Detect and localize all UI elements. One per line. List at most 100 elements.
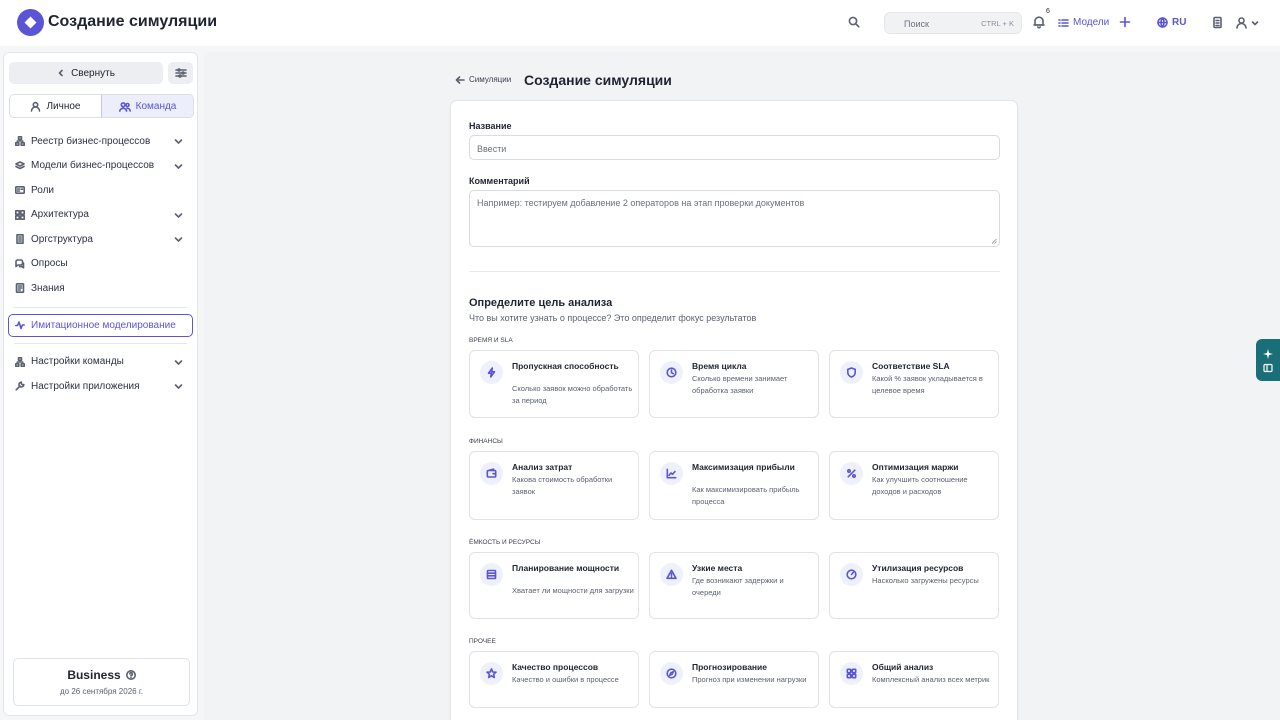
sidebar-item-architecture[interactable]: Архитектура xyxy=(4,203,197,228)
goal-option-margin[interactable]: Оптимизация маржи Как улучшить соотношен… xyxy=(829,451,999,520)
sidebar-item-surveys[interactable]: Опросы xyxy=(4,252,197,277)
option-description: Насколько загружены ресурсы xyxy=(872,576,979,585)
language-label: RU xyxy=(1172,17,1187,28)
sidebar-item-app-settings[interactable]: Настройки приложения xyxy=(4,374,197,399)
app-logo[interactable] xyxy=(17,9,44,36)
sparkle-icon xyxy=(1263,348,1273,359)
goal-option-cycle-time[interactable]: Время цикла Сколько времени занимает обр… xyxy=(649,350,819,418)
clock-icon xyxy=(660,361,683,384)
chevron-down-icon[interactable] xyxy=(174,162,183,171)
sidebar-item-knowledge[interactable]: Знания xyxy=(4,276,197,301)
goal-option-general[interactable]: Общий анализ Комплексный анализ всех мет… xyxy=(829,651,999,708)
tab-team-label: Команда xyxy=(135,100,177,112)
shield-icon xyxy=(840,361,863,384)
name-input[interactable]: Ввести xyxy=(469,135,1000,160)
chevron-down-icon[interactable] xyxy=(174,211,183,220)
option-title: Соответствие SLA xyxy=(872,361,950,371)
goal-option-sla[interactable]: Соответствие SLA Какой % заявок укладыва… xyxy=(829,350,999,418)
chevron-down-icon[interactable] xyxy=(174,382,183,391)
breadcrumb[interactable]: Симуляции xyxy=(455,75,511,84)
document-icon[interactable] xyxy=(1212,16,1223,29)
sidebar-item-label: Роли xyxy=(31,184,54,196)
option-title: Анализ затрат xyxy=(512,462,573,472)
sidebar-item-process-registry[interactable]: Реестр бизнес-процессов xyxy=(4,129,197,154)
chat-icon xyxy=(15,258,25,269)
goal-option-cost-analysis[interactable]: Анализ затрат Какова стоимость обработки… xyxy=(469,451,639,520)
sidebar-item-org-structure[interactable]: Оргструктура xyxy=(4,227,197,252)
plan-card: Business до 26 сентября 2026 г. xyxy=(13,658,190,706)
sliders-icon xyxy=(174,68,187,78)
option-title: Прогнозирование xyxy=(692,662,768,672)
sidebar-item-label: Реестр бизнес-процессов xyxy=(31,135,151,147)
sidebar-item-label: Имитационное моделирование xyxy=(31,319,176,331)
option-description: Сколько заявок можно обработать за перио… xyxy=(512,384,633,405)
sidebar-item-team-settings[interactable]: Настройки команды xyxy=(4,350,197,375)
bell-icon[interactable] xyxy=(1032,15,1046,29)
name-placeholder: Ввести xyxy=(477,144,507,154)
models-label: Модели xyxy=(1073,17,1110,28)
language-switcher[interactable]: RU xyxy=(1157,17,1186,28)
chevron-down-icon xyxy=(1251,20,1259,25)
star-icon xyxy=(480,662,503,685)
tab-team[interactable]: Команда xyxy=(101,95,193,117)
goal-title: Определите цель анализа xyxy=(469,297,613,309)
server-icon xyxy=(480,563,503,586)
user-menu[interactable] xyxy=(1235,16,1259,29)
chevron-down-icon[interactable] xyxy=(174,137,183,146)
team-icon xyxy=(118,101,131,112)
collapse-label: Свернуть xyxy=(71,67,115,79)
goal-option-utilization[interactable]: Утилизация ресурсов Насколько загружены … xyxy=(829,552,999,619)
collapse-sidebar-button[interactable]: Свернуть xyxy=(9,62,163,84)
help-icon[interactable] xyxy=(125,670,136,680)
search-shortcut: CTRL + K xyxy=(981,19,1014,28)
sidebar-settings-button[interactable] xyxy=(168,62,193,84)
user-icon xyxy=(1236,17,1247,29)
scope-switcher: Личное Команда xyxy=(9,94,194,118)
resize-handle-icon[interactable] xyxy=(991,238,997,244)
add-icon[interactable] xyxy=(1119,16,1131,28)
search-input[interactable]: Поиск CTRL + K xyxy=(884,12,1022,34)
ai-assistant-tab[interactable] xyxy=(1256,339,1280,381)
sidebar-item-simulation[interactable]: Имитационное моделирование xyxy=(8,313,193,337)
sidebar-item-roles[interactable]: Роли xyxy=(4,178,197,203)
compass-icon xyxy=(660,662,683,685)
search-placeholder: Поиск xyxy=(904,19,929,29)
goal-option-throughput[interactable]: Пропускная способность Сколько заявок мо… xyxy=(469,350,639,418)
category-label: Ёмкость и ресурсы xyxy=(469,539,541,546)
sidebar-item-label: Модели бизнес-процессов xyxy=(31,160,155,172)
search-icon[interactable] xyxy=(848,16,860,28)
option-description: Какова стоимость обработки заявок xyxy=(512,475,613,496)
sidebar-nav: Реестр бизнес-процессов Модели бизнес-пр… xyxy=(4,129,197,399)
diamond-icon xyxy=(24,16,37,29)
plan-expiry: до 26 сентября 2026 г. xyxy=(59,687,143,696)
tab-personal-label: Личное xyxy=(46,100,81,112)
comment-placeholder: Например: тестируем добавление 2 операто… xyxy=(477,198,805,208)
sidebar-item-label: Опросы xyxy=(31,258,68,270)
goal-option-capacity[interactable]: Планирование мощности Хватает ли мощност… xyxy=(469,552,639,619)
option-description: Сколько времени занимает обработка заявк… xyxy=(692,374,788,395)
globe-icon xyxy=(1157,17,1168,28)
sidebar-item-process-models[interactable]: Модели бизнес-процессов xyxy=(4,154,197,179)
comment-textarea[interactable]: Например: тестируем добавление 2 операто… xyxy=(469,190,1000,247)
building-icon xyxy=(16,234,24,245)
network-icon xyxy=(15,136,25,147)
goal-option-quality[interactable]: Качество процессов Качество и ошибки в п… xyxy=(469,651,639,708)
option-description: Прогноз при изменении нагрузки xyxy=(692,675,807,684)
arrow-left-icon xyxy=(455,75,465,84)
tab-personal[interactable]: Личное xyxy=(10,95,101,117)
gauge-icon xyxy=(840,563,863,586)
page-title: Создание симуляции xyxy=(524,72,672,88)
chevron-down-icon[interactable] xyxy=(174,358,183,367)
models-link[interactable]: Модели xyxy=(1058,17,1109,28)
layers-icon xyxy=(15,160,25,170)
sidebar-item-label: Настройки команды xyxy=(31,356,124,368)
breadcrumb-link[interactable]: Симуляции xyxy=(469,75,511,84)
nav-divider xyxy=(14,306,187,308)
goal-option-bottlenecks[interactable]: Узкие места Где возникают задержки и оче… xyxy=(649,552,819,619)
wallet-icon xyxy=(480,462,503,485)
chevron-left-icon xyxy=(58,69,63,77)
goal-option-profit[interactable]: Максимизация прибыли Как максимизировать… xyxy=(649,451,819,520)
option-title: Пропускная способность xyxy=(512,361,619,371)
goal-option-forecasting[interactable]: Прогнозирование Прогноз при изменении на… xyxy=(649,651,819,708)
chevron-down-icon[interactable] xyxy=(174,235,183,244)
